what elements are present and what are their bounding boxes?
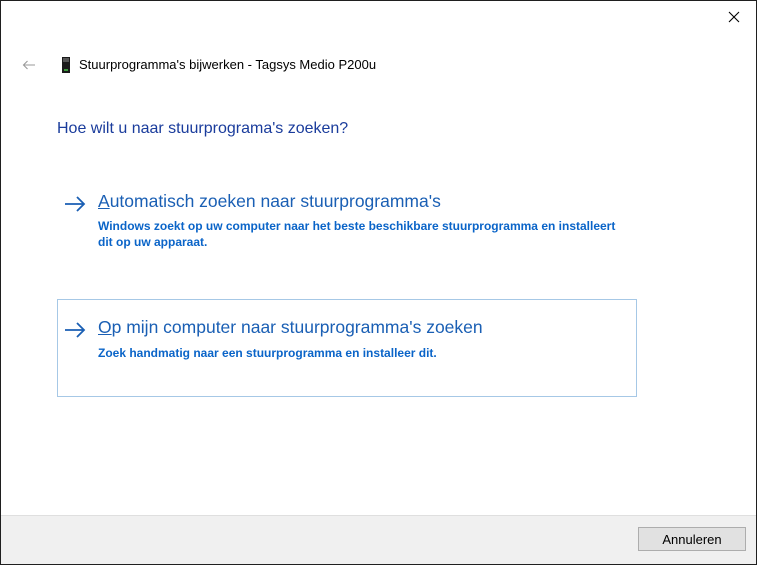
- arrow-right-icon: [65, 322, 86, 338]
- browse-computer-option[interactable]: Op mijn computer naar stuurprogramma's z…: [57, 299, 637, 397]
- close-button[interactable]: [712, 1, 756, 33]
- option-title-text: p mijn computer naar stuurprogramma's zo…: [111, 317, 483, 337]
- auto-search-title[interactable]: Automatisch zoeken naar stuurprogramma's: [98, 191, 441, 212]
- option-title-text: utomatisch zoeken naar stuurprogramma's: [109, 191, 441, 211]
- accesskey-letter: O: [98, 317, 112, 337]
- cancel-button[interactable]: Annuleren: [638, 527, 746, 551]
- accesskey-letter: A: [98, 191, 110, 211]
- browse-computer-description: Zoek handmatig naar een stuurprogramma e…: [98, 346, 437, 360]
- close-icon: [728, 11, 740, 23]
- driver-update-dialog: Stuurprogramma's bijwerken - Tagsys Medi…: [0, 0, 757, 565]
- page-heading: Hoe wilt u naar stuurprograma's zoeken?: [57, 120, 349, 137]
- dialog-title: Stuurprogramma's bijwerken - Tagsys Medi…: [79, 57, 377, 72]
- auto-search-description: Windows zoekt op uw computer naar het be…: [98, 219, 616, 249]
- dialog-footer: Annuleren: [1, 515, 756, 564]
- browse-computer-title[interactable]: Op mijn computer naar stuurprogramma's z…: [98, 317, 483, 338]
- back-arrow-icon: [22, 60, 35, 70]
- dialog-header: Stuurprogramma's bijwerken - Tagsys Medi…: [1, 53, 601, 77]
- usb-device-icon: [62, 57, 70, 73]
- auto-search-option[interactable]: Automatisch zoeken naar stuurprogramma's…: [57, 181, 637, 267]
- arrow-right-icon: [65, 196, 86, 212]
- back-button[interactable]: [18, 53, 40, 77]
